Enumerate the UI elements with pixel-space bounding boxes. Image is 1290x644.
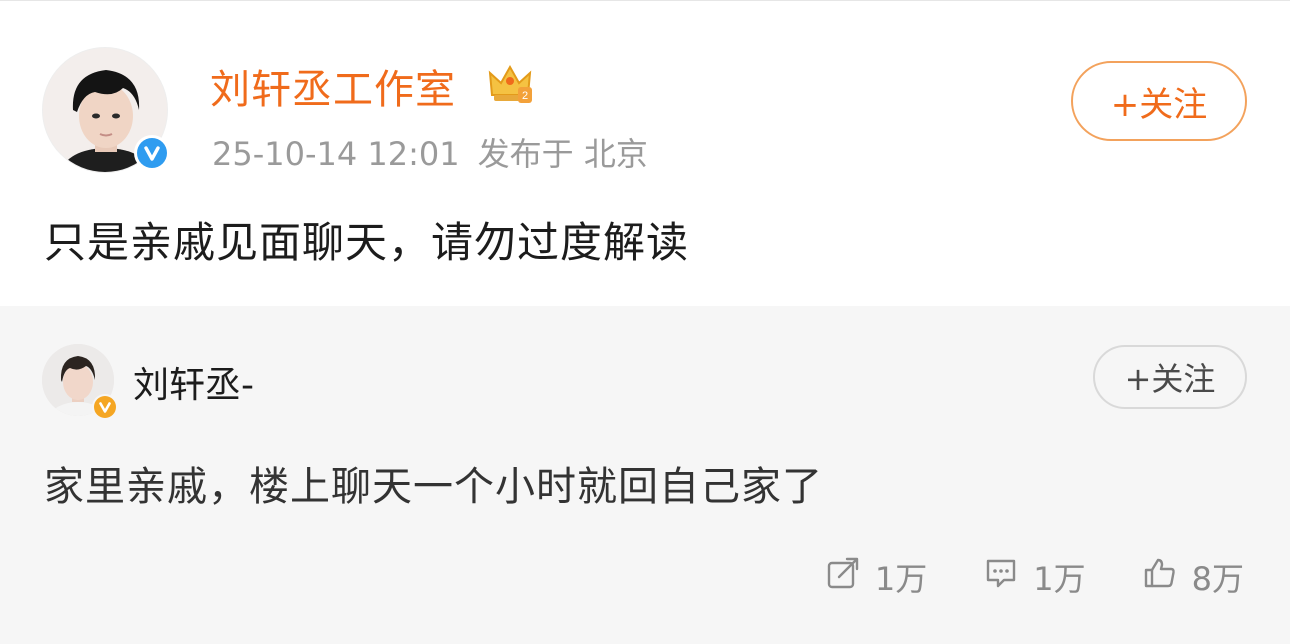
post-timestamp: 25-10-14 12:01 [212,135,460,173]
quoted-follow-button[interactable]: +关注 [1093,345,1247,409]
quoted-author-avatar[interactable] [42,344,118,420]
repost-icon [825,555,861,599]
post-location: 发布于 北京 [477,135,648,173]
author-name[interactable]: 刘轩丞工作室 [210,57,456,115]
original-post: 刘轩丞工作室 2 25-10-14 12:01 发布于 北京 +关注 只是亲戚见面… [0,0,1290,306]
crown-icon: 2 [486,61,534,105]
author-avatar[interactable] [42,47,170,173]
comment-count: 1万 [1033,560,1086,598]
like-button[interactable]: 8万 [1142,554,1244,600]
quoted-post[interactable]: 刘轩丞- +关注 家里亲戚，楼上聊天一个小时就回自己家了 1万 1万 8万 [0,306,1290,644]
thumbs-up-icon [1142,555,1178,599]
blue-verified-icon [134,135,170,171]
repost-count: 1万 [874,560,928,598]
post-meta: 25-10-14 12:01 发布于 北京 [212,129,648,175]
comment-icon [983,555,1019,599]
follow-button[interactable]: +关注 [1071,61,1247,141]
svg-text:2: 2 [522,90,528,102]
like-count: 8万 [1191,560,1244,598]
quoted-post-text: 家里亲戚，楼上聊天一个小时就回自己家了 [44,464,823,510]
post-text: 只是亲戚见面聊天，请勿过度解读 [44,218,690,267]
repost-button[interactable]: 1万 [825,554,927,600]
comment-button[interactable]: 1万 [983,554,1086,600]
engagement-bar: 1万 1万 8万 [825,554,1244,600]
quoted-author-name[interactable]: 刘轩丞- [133,356,254,408]
orange-verified-icon [92,394,118,420]
